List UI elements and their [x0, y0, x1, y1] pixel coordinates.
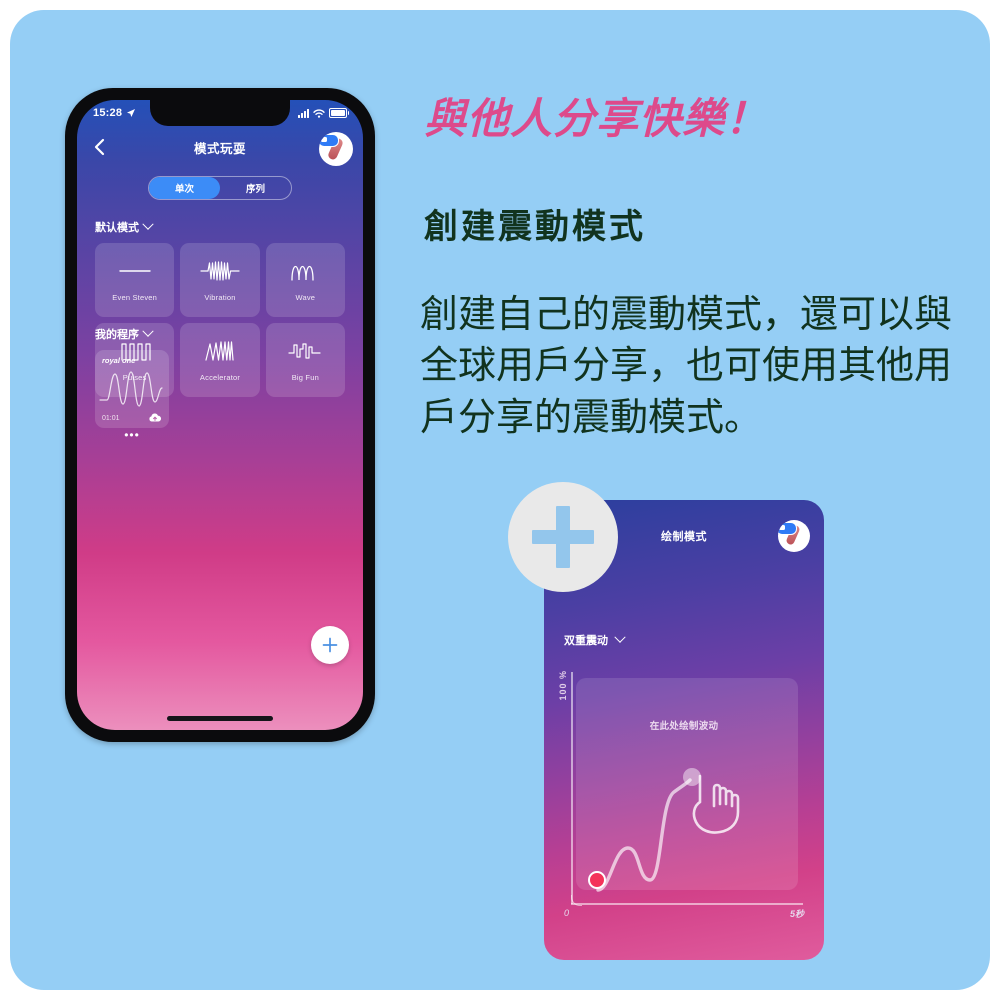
section-label: 默认模式	[95, 222, 139, 234]
battery-toggle-badge-icon	[778, 522, 797, 535]
chevron-down-icon	[142, 218, 154, 230]
section-my-programs[interactable]: 我的程序	[95, 325, 154, 342]
battery-icon	[329, 108, 349, 118]
wifi-icon	[313, 108, 325, 118]
program-name: royal one	[102, 356, 136, 365]
headline: 與他人分享快樂！	[424, 95, 769, 142]
cellular-signal-icon	[298, 108, 309, 118]
pattern-tile-vibration[interactable]: Vibration	[180, 243, 260, 317]
chevron-down-icon	[614, 631, 626, 643]
plus-icon-bar	[532, 530, 594, 544]
accelerating-zigzag-waveform-icon	[205, 341, 234, 361]
avatar[interactable]	[778, 520, 810, 552]
phone-nav-bar: 模式玩耍	[77, 132, 363, 168]
add-new-pattern-badge[interactable]	[508, 482, 618, 592]
body-paragraph: 創建自己的震動模式，還可以與全球用戶分享，也可使用其他用戶分享的震動模式。	[420, 294, 953, 439]
pattern-tile-accelerator[interactable]: Accelerator	[180, 323, 260, 397]
mixed-step-waveform-icon	[288, 343, 321, 359]
y-axis-label: 100 %	[558, 670, 568, 701]
chevron-down-icon	[142, 325, 154, 337]
pattern-tile-even-steven[interactable]: Even Steven	[95, 243, 175, 317]
vibration-mode-dropdown[interactable]: 双重震动	[564, 631, 626, 648]
y-axis-line	[571, 672, 573, 904]
pattern-tile-big-fun[interactable]: Big Fun	[265, 323, 345, 397]
canvas-hint-text: 在此处绘制波动	[649, 721, 719, 732]
pattern-tile-wave[interactable]: Wave	[265, 243, 345, 317]
status-time: 15:28	[93, 107, 123, 119]
cloud-upload-icon[interactable]	[148, 412, 162, 423]
mode-segmented-control[interactable]: 单次 序列	[148, 176, 292, 200]
segment-sequence[interactable]: 序列	[220, 177, 291, 199]
pattern-label: Accelerator	[199, 373, 241, 382]
status-bar: 15:28	[77, 100, 363, 126]
program-waveform-preview	[99, 371, 163, 407]
flat-line-waveform-icon	[118, 270, 151, 272]
hand-pointer-icon	[692, 774, 740, 834]
section-label: 我的程序	[95, 329, 139, 341]
status-icons	[298, 108, 349, 118]
segment-single[interactable]: 单次	[149, 177, 220, 199]
vibration-mode-label: 双重震动	[564, 635, 608, 647]
x-axis-start-label: 0	[564, 908, 570, 918]
plus-icon	[322, 637, 338, 653]
phone-screen: 15:28 模式玩耍 单次 序列 默认模式 Even Steven Vibrat…	[77, 100, 363, 730]
home-indicator	[167, 716, 273, 721]
pattern-label: Even Steven	[112, 293, 158, 302]
phone-mockup: 15:28 模式玩耍 单次 序列 默认模式 Even Steven Vibrat…	[65, 88, 375, 742]
program-card[interactable]: royal one 01:01	[95, 350, 169, 428]
subheading: 創建震動模式	[424, 208, 646, 246]
avatar[interactable]	[319, 132, 353, 166]
location-arrow-icon	[127, 109, 136, 117]
pattern-label: Wave	[295, 293, 316, 302]
start-point-dot[interactable]	[588, 871, 606, 889]
section-default-patterns[interactable]: 默认模式	[95, 218, 154, 235]
pattern-label: Big Fun	[291, 373, 319, 382]
add-pattern-button[interactable]	[311, 626, 349, 664]
dense-zigzag-waveform-icon	[200, 261, 240, 281]
screenshot-root: 15:28 模式玩耍 单次 序列 默认模式 Even Steven Vibrat…	[0, 0, 1000, 1000]
sine-waveform-icon	[291, 265, 314, 281]
battery-toggle-badge-icon	[319, 134, 339, 147]
program-duration: 01:01	[102, 415, 120, 422]
pattern-label: Vibration	[204, 293, 236, 302]
program-more-button[interactable]: •••	[95, 429, 169, 441]
status-time-group: 15:28	[93, 107, 136, 119]
